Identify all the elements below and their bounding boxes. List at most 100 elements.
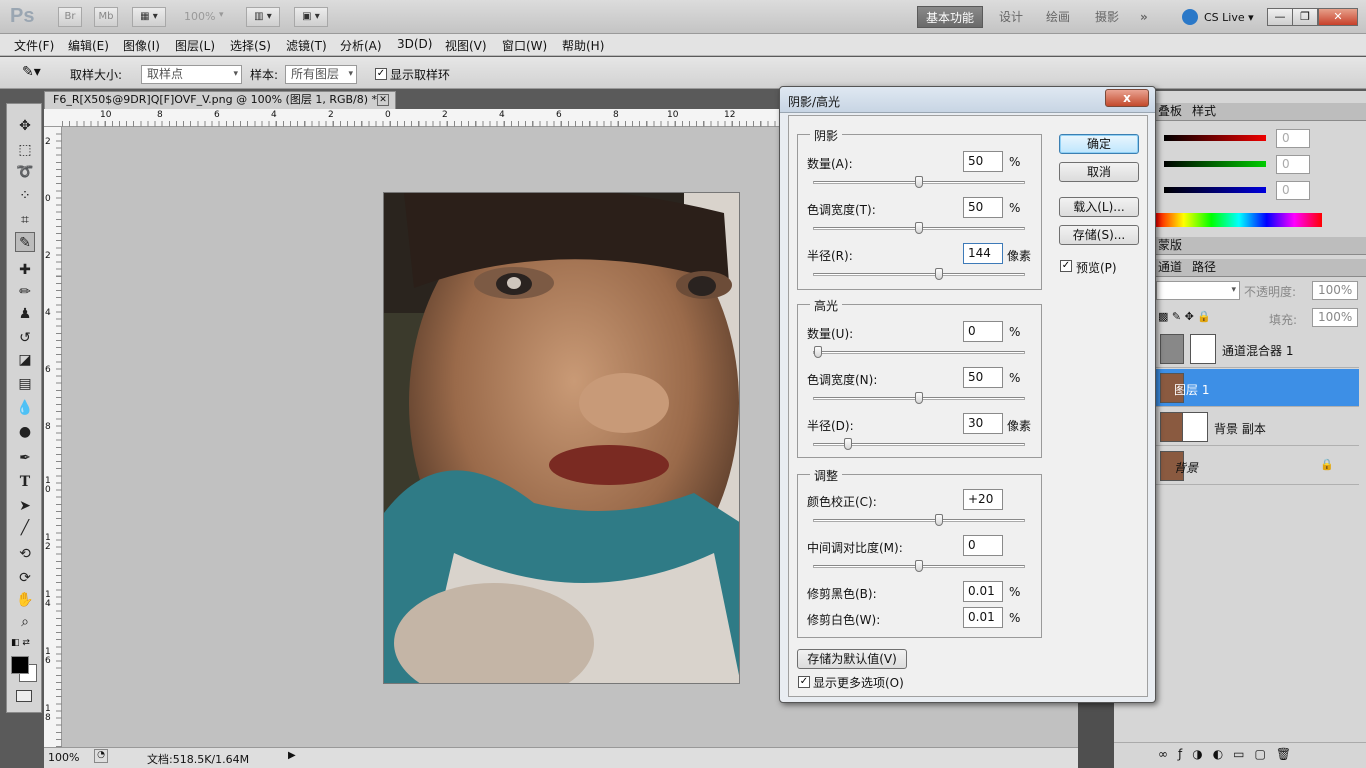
status-menu-icon[interactable]: ◔ bbox=[94, 749, 108, 763]
menu-image[interactable]: 图像(I) bbox=[123, 37, 160, 54]
fill-field[interactable]: 100% bbox=[1312, 308, 1358, 327]
move-tool-icon[interactable]: ✥ bbox=[15, 116, 35, 136]
more-workspaces-icon[interactable]: » bbox=[1132, 6, 1156, 28]
slider-knob[interactable] bbox=[935, 268, 944, 280]
menu-select[interactable]: 选择(S) bbox=[230, 37, 271, 54]
document-image[interactable] bbox=[383, 192, 740, 684]
healing-brush-tool-icon[interactable]: ✚ bbox=[15, 260, 35, 280]
restore-button[interactable]: ❐ bbox=[1292, 8, 1318, 26]
minimize-button[interactable]: — bbox=[1267, 8, 1293, 26]
slider-knob[interactable] bbox=[814, 346, 822, 358]
clip-white-input[interactable]: 0.01 bbox=[963, 607, 1003, 628]
workspace-photography[interactable]: 摄影 bbox=[1087, 6, 1127, 28]
tab-styles[interactable]: 样式 bbox=[1192, 103, 1216, 119]
save-button[interactable]: 存储(S)... bbox=[1059, 225, 1139, 245]
cs-live-menu[interactable]: CS Live ▾ bbox=[1204, 11, 1254, 24]
clone-stamp-tool-icon[interactable]: ♟ bbox=[15, 304, 35, 324]
brush-tool-icon[interactable]: ✏ bbox=[15, 282, 35, 302]
3d-rotate-tool-icon[interactable]: ⟲ bbox=[15, 544, 35, 564]
menu-edit[interactable]: 编辑(E) bbox=[68, 37, 109, 54]
color-correction-slider[interactable] bbox=[813, 514, 1025, 526]
type-tool-icon[interactable]: T bbox=[15, 472, 35, 492]
slider-knob[interactable] bbox=[915, 222, 923, 234]
history-brush-tool-icon[interactable]: ↺ bbox=[15, 328, 35, 348]
dodge-tool-icon[interactable]: ● bbox=[15, 422, 35, 442]
lock-icons[interactable]: ▩ ✎ ✥ 🔒 bbox=[1158, 310, 1211, 323]
default-colors-icon[interactable]: ◧ ⇄ bbox=[11, 638, 30, 648]
gradient-tool-icon[interactable]: ▤ bbox=[15, 374, 35, 394]
shadow-amount-slider[interactable] bbox=[813, 176, 1025, 188]
color-value-g[interactable]: 0 bbox=[1276, 155, 1310, 174]
menu-view[interactable]: 视图(V) bbox=[445, 37, 487, 54]
mini-bridge-button[interactable]: Mb bbox=[94, 7, 118, 27]
lasso-tool-icon[interactable]: ➰ bbox=[15, 162, 35, 182]
color-value-b[interactable]: 0 bbox=[1276, 181, 1310, 200]
show-ring-checkbox[interactable]: ✓ bbox=[375, 68, 387, 80]
cancel-button[interactable]: 取消 bbox=[1059, 162, 1139, 182]
color-ramp[interactable] bbox=[1156, 213, 1322, 227]
blend-mode-select[interactable]: ▾ bbox=[1156, 281, 1240, 300]
marquee-tool-icon[interactable]: ⬚ bbox=[15, 140, 35, 160]
arrange-documents-button[interactable]: ▥ ▾ bbox=[246, 7, 280, 27]
slider-knob[interactable] bbox=[935, 514, 944, 526]
status-arrow-icon[interactable]: ▶ bbox=[288, 750, 296, 761]
color-slider-r[interactable] bbox=[1164, 135, 1266, 141]
tab-swatches[interactable]: 叠板 bbox=[1158, 103, 1182, 119]
shadow-width-slider[interactable] bbox=[813, 222, 1025, 234]
highlight-radius-input[interactable]: 30 bbox=[963, 413, 1003, 434]
load-button[interactable]: 载入(L)... bbox=[1059, 197, 1139, 217]
shadow-width-input[interactable]: 50 bbox=[963, 197, 1003, 218]
menu-analysis[interactable]: 分析(A) bbox=[340, 37, 382, 54]
shadow-amount-input[interactable]: 50 bbox=[963, 151, 1003, 172]
tab-masks[interactable]: 蒙版 bbox=[1158, 237, 1182, 253]
preview-checkbox[interactable]: ✓ bbox=[1060, 260, 1072, 272]
highlight-radius-slider[interactable] bbox=[813, 438, 1025, 450]
bridge-button[interactable]: Br bbox=[58, 7, 82, 27]
save-as-default-button[interactable]: 存储为默认值(V) bbox=[797, 649, 907, 669]
color-slider-g[interactable] bbox=[1164, 161, 1266, 167]
tab-channels[interactable]: 通道 bbox=[1158, 259, 1182, 275]
shadow-radius-slider[interactable] bbox=[813, 268, 1025, 280]
workspace-design[interactable]: 设计 bbox=[991, 6, 1031, 28]
3d-orbit-tool-icon[interactable]: ⟳ bbox=[15, 568, 35, 588]
tab-paths[interactable]: 路径 bbox=[1192, 259, 1216, 275]
midtone-contrast-slider[interactable] bbox=[813, 560, 1025, 572]
chevron-down-icon[interactable]: ▾ bbox=[219, 10, 224, 20]
zoom-level[interactable]: 100% bbox=[184, 10, 215, 23]
color-value-r[interactable]: 0 bbox=[1276, 129, 1310, 148]
dialog-close-button[interactable]: x bbox=[1105, 89, 1149, 107]
more-options-checkbox[interactable]: ✓ bbox=[798, 676, 810, 688]
layer-action-icons[interactable]: ∞ƒ◑◐▭▢🗑 bbox=[1158, 747, 1301, 761]
highlight-amount-input[interactable]: 0 bbox=[963, 321, 1003, 342]
menu-window[interactable]: 窗口(W) bbox=[502, 37, 547, 54]
menu-help[interactable]: 帮助(H) bbox=[562, 37, 604, 54]
close-document-icon[interactable]: ✕ bbox=[377, 94, 389, 106]
sample-size-select[interactable]: 取样点 ▾ bbox=[141, 65, 242, 84]
document-tab[interactable]: F6_R[X50$@9DR]Q[F]OVF_V.png @ 100% (图层 1… bbox=[44, 91, 396, 109]
slider-knob[interactable] bbox=[915, 560, 923, 572]
blur-tool-icon[interactable]: 💧 bbox=[15, 398, 35, 418]
highlight-width-input[interactable]: 50 bbox=[963, 367, 1003, 388]
sample-select[interactable]: 所有图层 ▾ bbox=[285, 65, 357, 84]
path-selection-tool-icon[interactable]: ➤ bbox=[15, 496, 35, 516]
dialog-titlebar[interactable]: 阴影/高光 x bbox=[780, 87, 1155, 113]
slider-knob[interactable] bbox=[915, 176, 923, 188]
slider-knob[interactable] bbox=[844, 438, 853, 450]
hand-tool-icon[interactable]: ✋ bbox=[15, 590, 35, 610]
screen-mode-button[interactable]: ▣ ▾ bbox=[294, 7, 328, 27]
eyedropper-tool-icon[interactable]: ✎ bbox=[15, 232, 35, 252]
ok-button[interactable]: 确定 bbox=[1059, 134, 1139, 154]
menu-3d[interactable]: 3D(D) bbox=[397, 37, 432, 51]
workspace-essentials[interactable]: 基本功能 bbox=[917, 6, 984, 28]
zoom-tool-icon[interactable]: ⌕ bbox=[15, 612, 35, 632]
menu-layer[interactable]: 图层(L) bbox=[175, 37, 215, 54]
close-window-button[interactable]: ✕ bbox=[1318, 8, 1358, 26]
eraser-tool-icon[interactable]: ◪ bbox=[15, 350, 35, 370]
menu-file[interactable]: 文件(F) bbox=[14, 37, 54, 54]
crop-tool-icon[interactable]: ⌗ bbox=[15, 210, 35, 230]
workspace-painting[interactable]: 绘画 bbox=[1038, 6, 1078, 28]
highlight-amount-slider[interactable] bbox=[813, 346, 1025, 358]
shadow-radius-input[interactable]: 144 bbox=[963, 243, 1003, 264]
clip-black-input[interactable]: 0.01 bbox=[963, 581, 1003, 602]
status-zoom[interactable]: 100% bbox=[48, 751, 79, 764]
